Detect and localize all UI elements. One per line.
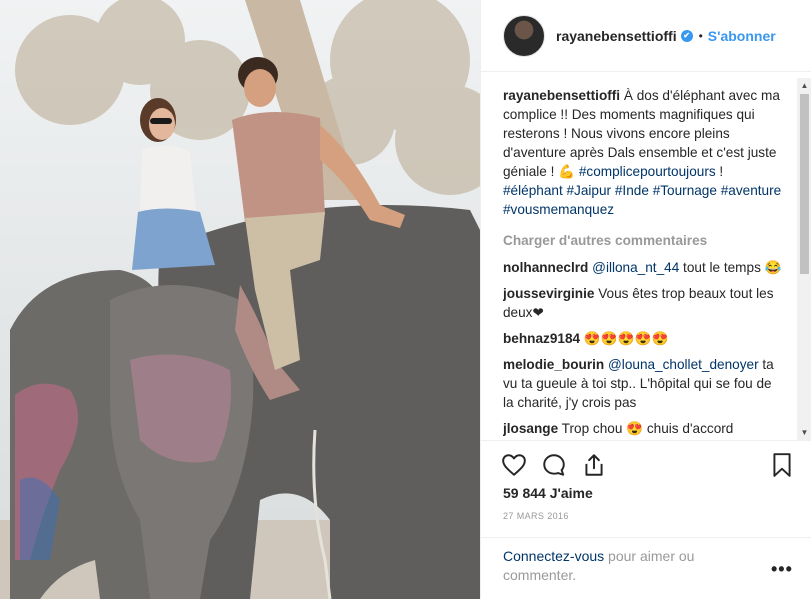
scroll-up-arrow-icon[interactable]: ▲: [797, 78, 811, 93]
hashtag-link[interactable]: #Inde: [615, 183, 649, 198]
header-username[interactable]: rayanebensettioffi: [556, 28, 677, 44]
follow-button[interactable]: S'abonner: [708, 28, 776, 44]
comments-scrollbar[interactable]: ▲ ▼: [797, 78, 811, 440]
post-header: rayanebensettioffi ✔ • S'abonner: [481, 0, 811, 72]
comment-item: jlosange Trop chou 😍 chuis d'accord avec…: [503, 419, 785, 438]
login-link[interactable]: Connectez-vous: [503, 548, 604, 564]
comment-mention[interactable]: @illona_nt_44: [592, 260, 679, 275]
comments-list[interactable]: rayanebensettioffi À dos d'éléphant avec…: [503, 86, 785, 438]
comment-username[interactable]: melodie_bourin: [503, 357, 604, 372]
hashtag-link[interactable]: #complicepourtoujours: [579, 164, 716, 179]
comment-text: 😍😍😍😍😍: [580, 331, 669, 346]
post-photo[interactable]: [0, 0, 480, 599]
comment-bubble-icon[interactable]: [541, 452, 569, 480]
more-options-icon[interactable]: •••: [771, 560, 793, 578]
hashtag-link[interactable]: #vousmemanquez: [503, 202, 614, 217]
comment-item: behnaz9184 😍😍😍😍😍: [503, 329, 785, 348]
comment-text: tout le temps 😂: [679, 260, 782, 275]
separator-dot: •: [698, 28, 703, 43]
like-heart-icon[interactable]: [501, 452, 529, 480]
post-date[interactable]: 27 MARS 2016: [503, 511, 569, 521]
hashtag-link[interactable]: #aventure: [721, 183, 781, 198]
caption: rayanebensettioffi À dos d'éléphant avec…: [503, 86, 785, 219]
share-upload-icon[interactable]: [581, 452, 609, 480]
comment-item: joussevirginie Vous êtes trop beaux tout…: [503, 284, 785, 322]
login-prompt: Connectez-vous pour aimer ou commenter.: [503, 547, 733, 585]
post-footer: Connectez-vous pour aimer ou commenter. …: [481, 537, 811, 599]
comment-username[interactable]: jlosange: [503, 421, 558, 436]
comment-username[interactable]: behnaz9184: [503, 331, 580, 346]
verified-badge-icon: ✔: [680, 29, 693, 42]
scroll-thumb[interactable]: [800, 94, 809, 274]
post-side-panel: rayanebensettioffi ✔ • S'abonner rayaneb…: [480, 0, 811, 599]
avatar[interactable]: [503, 14, 545, 57]
elephant-ride-photo: [0, 0, 480, 599]
comment-item: nolhanneclrd @illona_nt_44 tout le temps…: [503, 258, 785, 277]
likes-count[interactable]: 59 844 J'aime: [503, 485, 593, 501]
post-dialog: rayanebensettioffi ✔ • S'abonner rayaneb…: [0, 0, 811, 599]
caption-username[interactable]: rayanebensettioffi: [503, 88, 620, 103]
scroll-down-arrow-icon[interactable]: ▼: [797, 425, 811, 440]
hashtag-link[interactable]: #Jaipur: [567, 183, 612, 198]
post-actions-bar: [481, 440, 811, 488]
load-more-comments-button[interactable]: Charger d'autres commentaires: [503, 231, 785, 250]
comment-username[interactable]: nolhanneclrd: [503, 260, 588, 275]
caption-text-2: !: [715, 164, 724, 179]
comment-item: melodie_bourin @louna_chollet_denoyer ta…: [503, 355, 785, 412]
hashtag-link[interactable]: #éléphant: [503, 183, 563, 198]
save-bookmark-icon[interactable]: [769, 452, 797, 480]
comment-mention[interactable]: @louna_chollet_denoyer: [608, 357, 759, 372]
hashtag-link[interactable]: #Tournage: [653, 183, 717, 198]
comment-username[interactable]: joussevirginie: [503, 286, 594, 301]
